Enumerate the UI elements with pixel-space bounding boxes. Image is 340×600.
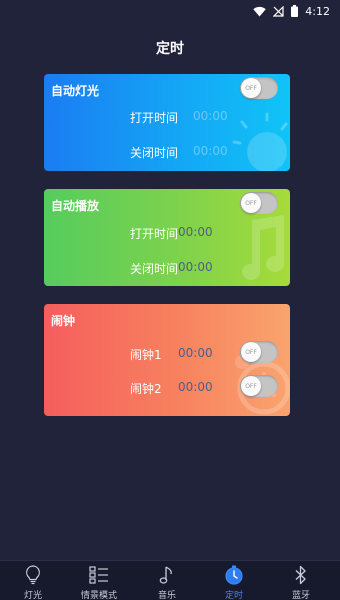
status-time: 4:12 [305, 4, 330, 18]
wifi-icon [253, 6, 266, 17]
nav-item-light[interactable]: 灯光 [3, 561, 63, 600]
music-decoration-icon [242, 215, 285, 280]
alarm1-toggle[interactable]: OFF [240, 341, 278, 363]
auto-play-close-label: 关闭时间 [130, 262, 179, 276]
auto-light-title: 自动灯光 [51, 84, 100, 98]
music-note-icon [159, 564, 175, 586]
nav-label-music: 音乐 [157, 591, 176, 600]
bottom-nav: 灯光 情景模式 音乐 定时 蓝牙 [0, 560, 340, 600]
nav-label-scene: 情景模式 [80, 591, 117, 600]
battery-icon [291, 5, 299, 17]
auto-light-open-label: 打开时间 [130, 111, 179, 125]
status-bar: 4:12 [0, 0, 340, 22]
timer-icon [224, 564, 244, 586]
page-title: 定时 [156, 41, 184, 57]
alarm-card: 闹钟 闹钟1 00:00 OFF 闹钟2 00:00 OFF [44, 304, 290, 416]
auto-light-open-time[interactable]: 00:00 [193, 109, 228, 123]
auto-play-title: 自动播放 [51, 199, 100, 213]
auto-light-toggle[interactable]: OFF [240, 77, 278, 99]
auto-light-card: 自动灯光 OFF 打开时间 00:00 关闭时间 00:00 [44, 74, 290, 171]
alarm-title: 闹钟 [51, 314, 76, 328]
bulb-icon [25, 564, 41, 586]
alarm2-time[interactable]: 00:00 [178, 380, 213, 394]
nav-item-timer[interactable]: 定时 [204, 561, 264, 600]
sun-decoration-icon [232, 112, 288, 171]
alarm1-toggle-knob: OFF [241, 342, 261, 362]
nav-item-bluetooth[interactable]: 蓝牙 [271, 561, 331, 600]
auto-play-toggle-knob: OFF [241, 193, 261, 213]
nav-item-scene[interactable]: 情景模式 [69, 561, 129, 600]
alarm2-toggle[interactable]: OFF [240, 375, 278, 397]
auto-play-toggle[interactable]: OFF [240, 192, 278, 214]
nav-item-music[interactable]: 音乐 [137, 561, 197, 600]
nav-label-bluetooth: 蓝牙 [291, 591, 310, 600]
auto-light-toggle-knob: OFF [241, 78, 261, 98]
alarm1-time[interactable]: 00:00 [178, 346, 213, 360]
auto-light-close-time[interactable]: 00:00 [193, 144, 228, 158]
alarm2-toggle-knob: OFF [241, 376, 261, 396]
alarm2-label: 闹钟2 [130, 382, 162, 396]
auto-play-open-time[interactable]: 00:00 [178, 225, 213, 239]
no-signal-icon [273, 5, 284, 17]
nav-label-light: 灯光 [23, 591, 42, 600]
bluetooth-icon [294, 564, 308, 586]
auto-light-close-label: 关闭时间 [130, 146, 179, 160]
auto-play-card: 自动播放 OFF 打开时间 00:00 关闭时间 00:00 [44, 189, 290, 286]
auto-play-close-time[interactable]: 00:00 [178, 260, 213, 274]
nav-label-timer: 定时 [224, 591, 243, 600]
alarm1-label: 闹钟1 [130, 348, 162, 362]
auto-play-open-label: 打开时间 [130, 227, 179, 241]
scene-list-icon [89, 564, 109, 586]
